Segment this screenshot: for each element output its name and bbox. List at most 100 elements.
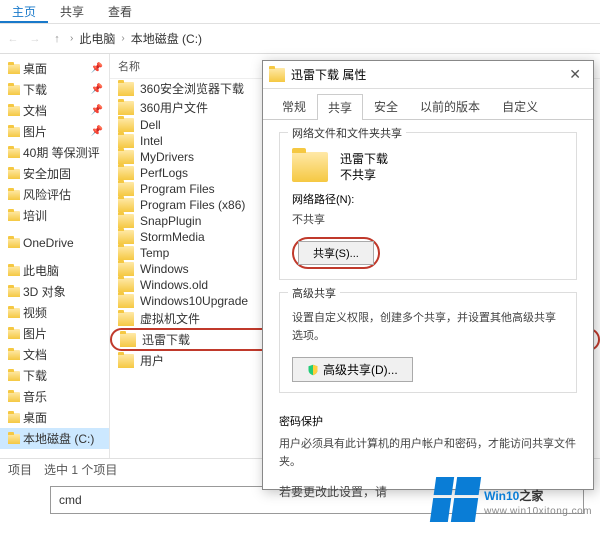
folder-icon: [118, 82, 134, 96]
tree-item[interactable]: 此电脑: [0, 260, 109, 281]
advanced-share-button[interactable]: 高级共享(D)...: [292, 357, 413, 382]
folder-icon: [118, 182, 134, 196]
tree-item-label: 桌面: [23, 409, 47, 426]
nav-up-button[interactable]: ↑: [48, 30, 66, 48]
network-path-label: 网络路径(N):: [292, 191, 564, 207]
ribbon-tab-share[interactable]: 共享: [48, 0, 96, 23]
folder-name: Dell: [140, 118, 161, 132]
folder-name: Intel: [140, 134, 163, 148]
tab-general[interactable]: 常规: [271, 93, 317, 119]
group-network-share: 网络文件和文件夹共享 迅雷下载 不共享 网络路径(N): 不共享 共享(S)..…: [279, 132, 577, 280]
tree-item[interactable]: 40期 等保测评: [0, 142, 109, 163]
nav-forward-button[interactable]: →: [26, 30, 44, 48]
folder-icon: [118, 118, 134, 132]
ribbon-tab-view[interactable]: 查看: [96, 0, 144, 23]
tree-item[interactable]: OneDrive: [0, 234, 109, 252]
folder-name: 迅雷下载: [142, 331, 190, 348]
tree-item[interactable]: 安全加固: [0, 163, 109, 184]
folder-name: 360安全浏览器下载: [140, 80, 244, 97]
tree-item[interactable]: 风险评估: [0, 184, 109, 205]
folder-icon: [8, 106, 20, 116]
nav-back-button[interactable]: ←: [4, 30, 22, 48]
tree-item[interactable]: 音乐: [0, 386, 109, 407]
tree-item-label: 图片: [23, 123, 47, 140]
folder-name: 虚拟机文件: [140, 310, 200, 327]
tree-item-label: 40期 等保测评: [23, 144, 100, 161]
folder-icon: [8, 211, 20, 221]
tree-item[interactable]: 图片: [0, 323, 109, 344]
pin-icon: 📌: [91, 84, 107, 95]
breadcrumb-pc[interactable]: 此电脑: [79, 30, 115, 47]
tree-item-label: 下载: [23, 367, 47, 384]
tree-item[interactable]: 下载 📌: [0, 79, 109, 100]
close-button[interactable]: ✕: [563, 66, 587, 83]
folder-icon: [292, 152, 328, 182]
tree-item[interactable]: [0, 252, 109, 260]
folder-icon: [269, 68, 285, 82]
folder-icon: [118, 230, 134, 244]
folder-icon: [8, 434, 20, 444]
folder-icon: [8, 287, 20, 297]
folder-name: SnapPlugin: [140, 214, 201, 228]
tree-item[interactable]: 本地磁盘 (C:): [0, 428, 109, 449]
tree-item-label: 文档: [23, 346, 47, 363]
folder-name: MyDrivers: [140, 150, 194, 164]
folder-icon: [8, 190, 20, 200]
folder-icon: [118, 134, 134, 148]
status-selected: 选中 1 个项目: [44, 461, 117, 478]
nav-tree[interactable]: 桌面📌 下载 📌 文档📌 图片 📌 40期 等保测评安全加固风险评估培训 OneDrive 此电…: [0, 54, 110, 458]
group-title: 高级共享: [288, 285, 340, 301]
tree-item-label: 下载: [23, 81, 47, 98]
tree-item[interactable]: [0, 226, 109, 234]
shield-icon: [307, 364, 319, 376]
tree-item-label: 风险评估: [23, 186, 71, 203]
tree-item[interactable]: 3D 对象: [0, 281, 109, 302]
folder-icon: [118, 214, 134, 228]
folder-name: Windows10Upgrade: [140, 294, 248, 308]
ribbon-tab-home[interactable]: 主页: [0, 0, 48, 23]
tree-item[interactable]: 文档: [0, 344, 109, 365]
tree-item[interactable]: 文档📌: [0, 100, 109, 121]
tab-previous-versions[interactable]: 以前的版本: [409, 93, 491, 119]
tree-item-label: 培训: [23, 207, 47, 224]
group-title: 网络文件和文件夹共享: [288, 125, 406, 141]
folder-icon: [8, 392, 20, 402]
tab-security[interactable]: 安全: [363, 93, 409, 119]
chevron-right-icon: ›: [121, 33, 124, 44]
tree-item[interactable]: 桌面: [0, 407, 109, 428]
pin-icon: 📌: [91, 126, 107, 137]
breadcrumb[interactable]: › 此电脑 › 本地磁盘 (C:): [70, 30, 202, 47]
folder-icon: [8, 64, 20, 74]
tree-item[interactable]: 下载: [0, 365, 109, 386]
share-button[interactable]: 共享(S)...: [298, 241, 374, 265]
status-item-count: 项目: [8, 461, 32, 478]
folder-icon: [118, 150, 134, 164]
folder-icon: [118, 246, 134, 260]
tree-item-label: 音乐: [23, 388, 47, 405]
group-title: 密码保护: [279, 413, 577, 429]
tab-sharing[interactable]: 共享: [317, 94, 363, 120]
advanced-share-label: 高级共享(D)...: [323, 361, 398, 378]
dialog-title: 迅雷下载 属性: [291, 66, 563, 83]
tree-item[interactable]: 视频: [0, 302, 109, 323]
tree-item-label: 此电脑: [23, 262, 59, 279]
breadcrumb-drive[interactable]: 本地磁盘 (C:): [131, 30, 202, 47]
tab-customize[interactable]: 自定义: [491, 93, 549, 119]
share-folder-name: 迅雷下载: [340, 151, 388, 167]
watermark-url: www.win10xitong.com: [484, 506, 592, 517]
folder-name: 360用户文件: [140, 99, 208, 116]
folder-icon: [118, 262, 134, 276]
advanced-description: 设置自定义权限，创建多个共享，并设置其他高级共享选项。: [292, 309, 564, 345]
folder-icon: [8, 308, 20, 318]
folder-name: Temp: [140, 246, 169, 260]
tree-item[interactable]: 桌面📌: [0, 58, 109, 79]
folder-icon: [120, 333, 136, 347]
tree-item[interactable]: 图片 📌: [0, 121, 109, 142]
folder-name: StormMedia: [140, 230, 205, 244]
network-path-value: 不共享: [292, 211, 564, 227]
folder-name: PerfLogs: [140, 166, 188, 180]
folder-name: Windows.old: [140, 278, 208, 292]
highlight-circle: 共享(S)...: [292, 237, 380, 269]
watermark-brand: Win10之家: [484, 483, 592, 506]
tree-item[interactable]: 培训: [0, 205, 109, 226]
